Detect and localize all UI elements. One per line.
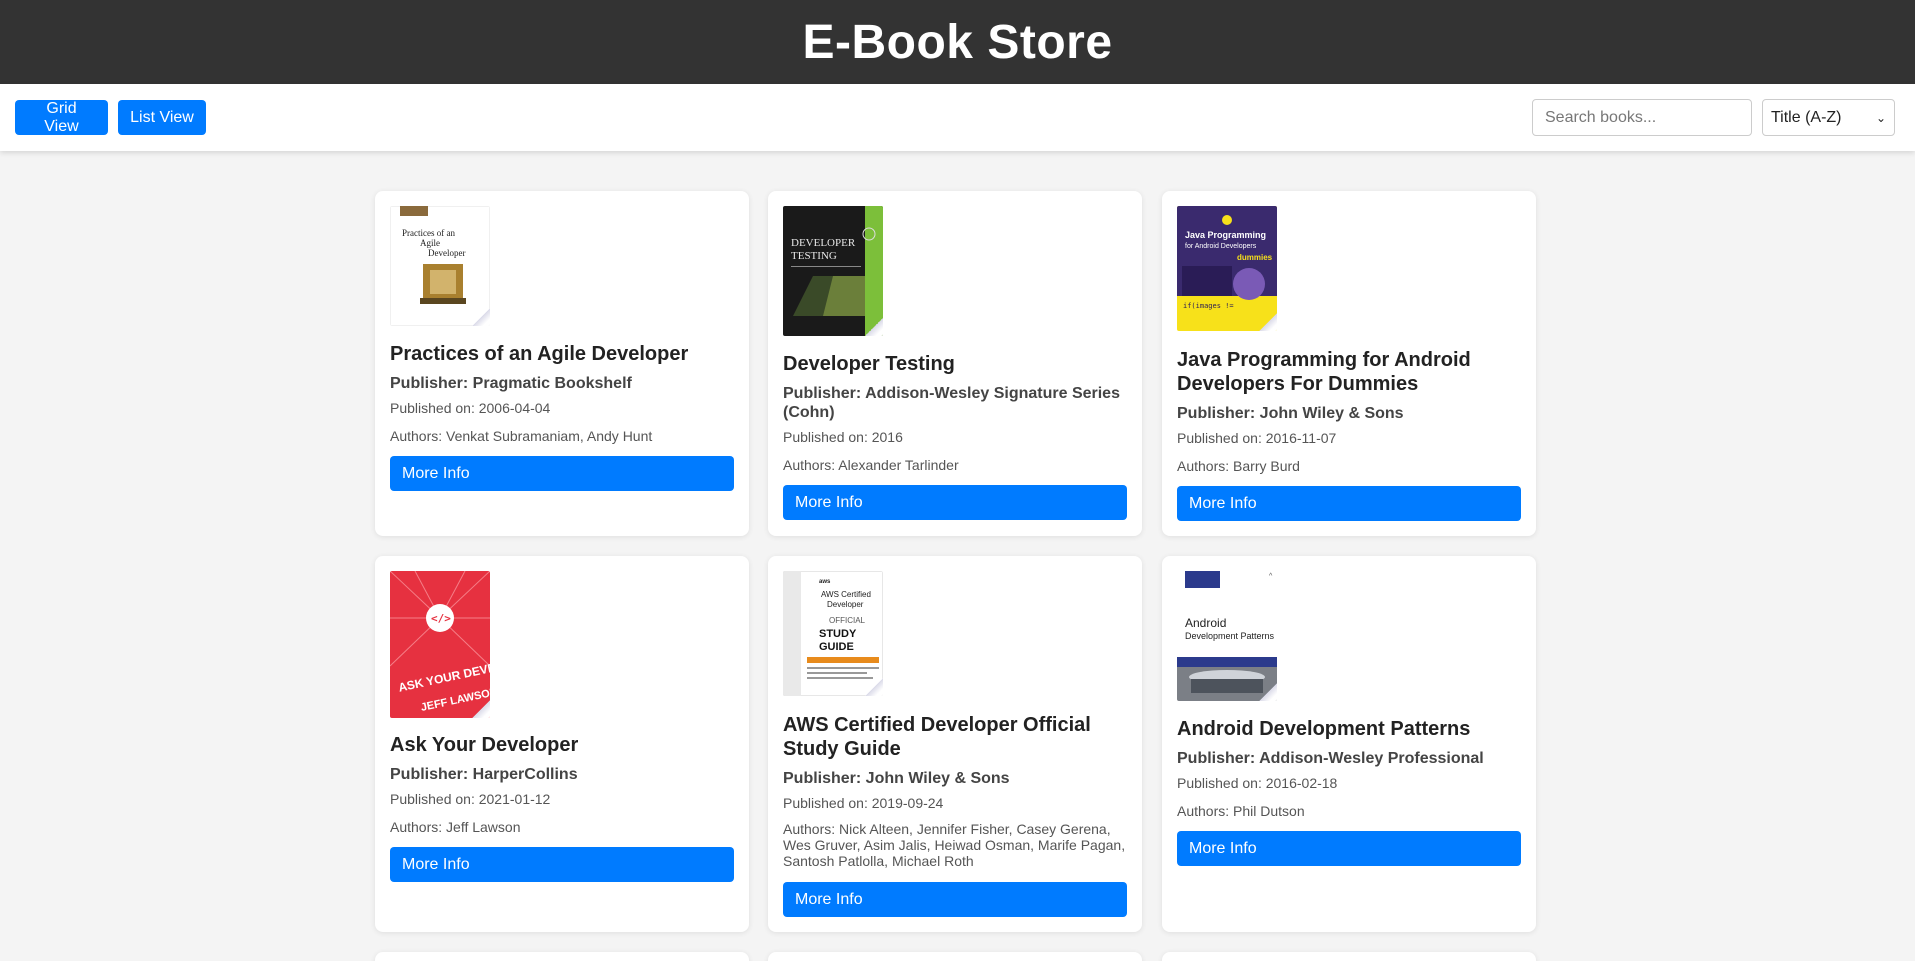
svg-text:STUDY: STUDY bbox=[819, 628, 857, 640]
book-title: Java Programming for Android Developers … bbox=[1177, 349, 1471, 395]
svg-text:Java Programming: Java Programming bbox=[1185, 230, 1266, 240]
book-cover-image: Java Programming for Android Developers … bbox=[1177, 206, 1277, 331]
svg-text:TESTING: TESTING bbox=[791, 250, 837, 262]
more-info-button[interactable]: More Info bbox=[783, 882, 1127, 917]
toolbar: Grid View List View Title (A-Z) ⌄ bbox=[0, 84, 1915, 151]
book-published-date: Published on: 2006-04-04 bbox=[390, 400, 551, 416]
svg-text:GUIDE: GUIDE bbox=[819, 641, 854, 653]
book-authors: Authors: Venkat Subramaniam, Andy Hunt bbox=[390, 428, 653, 444]
more-info-button[interactable]: More Info bbox=[390, 456, 734, 491]
more-info-button[interactable]: More Info bbox=[1177, 831, 1521, 866]
list-view-button[interactable]: List View bbox=[118, 100, 206, 135]
svg-text:Practices of an: Practices of an bbox=[402, 228, 455, 238]
svg-text:AWS Certified: AWS Certified bbox=[821, 590, 871, 599]
book-published-date: Published on: 2016-02-18 bbox=[1177, 775, 1338, 791]
book-card: ^ Android Development Patterns Android D… bbox=[1162, 556, 1536, 932]
book-title: AWS Certified Developer Official Study G… bbox=[783, 714, 1091, 760]
book-card bbox=[375, 952, 749, 961]
book-publisher: Publisher: HarperCollins bbox=[390, 766, 578, 783]
book-card: Java Programming for Android Developers … bbox=[1162, 191, 1536, 536]
svg-text:Agile: Agile bbox=[420, 238, 440, 248]
svg-text:Android: Android bbox=[1185, 616, 1226, 630]
book-published-date: Published on: 2016-11-07 bbox=[1177, 430, 1337, 446]
book-card: Practices of an Agile Developer Practice… bbox=[375, 191, 749, 536]
book-authors: Authors: Barry Burd bbox=[1177, 458, 1300, 474]
svg-text:for Android Developers: for Android Developers bbox=[1185, 243, 1257, 250]
grid-view-button[interactable]: Grid View bbox=[15, 100, 108, 135]
book-cover-image: ^ Android Development Patterns bbox=[1177, 571, 1277, 701]
chevron-down-icon: ⌄ bbox=[1875, 110, 1886, 125]
book-publisher: Publisher: Addison-Wesley Signature Seri… bbox=[783, 385, 1120, 421]
page-title: E-Book Store bbox=[802, 15, 1113, 69]
book-title: Android Development Patterns bbox=[1177, 718, 1471, 740]
book-cover-image: Practices of an Agile Developer bbox=[390, 206, 490, 326]
site-header: E-Book Store bbox=[0, 0, 1915, 84]
book-published-date: Published on: 2016 bbox=[783, 429, 903, 445]
more-info-button[interactable]: More Info bbox=[1177, 486, 1521, 521]
book-publisher: Publisher: Addison-Wesley Professional bbox=[1177, 750, 1484, 767]
book-authors: Authors: Alexander Tarlinder bbox=[783, 457, 959, 473]
book-publisher: Publisher: John Wiley & Sons bbox=[783, 770, 1010, 787]
sort-selected-value: Title (A-Z) bbox=[1771, 108, 1842, 126]
book-authors: Authors: Jeff Lawson bbox=[390, 819, 521, 835]
book-title: Developer Testing bbox=[783, 353, 955, 375]
book-card: </> ASK YOUR DEVELOPER JEFF LAWSON Ask Y… bbox=[375, 556, 749, 932]
search-input[interactable] bbox=[1532, 99, 1752, 136]
svg-text:</>: </> bbox=[431, 612, 451, 625]
book-published-date: Published on: 2021-01-12 bbox=[390, 791, 551, 807]
more-info-button[interactable]: More Info bbox=[783, 485, 1127, 520]
book-card: DEVELOPER TESTING Developer Testing Publ… bbox=[768, 191, 1142, 536]
book-publisher: Publisher: Pragmatic Bookshelf bbox=[390, 375, 632, 392]
sort-select[interactable]: Title (A-Z) ⌄ bbox=[1762, 99, 1895, 136]
svg-text:aws: aws bbox=[819, 579, 831, 585]
book-authors: Authors: Nick Alteen, Jennifer Fisher, C… bbox=[783, 821, 1126, 869]
svg-text:OFFICIAL: OFFICIAL bbox=[829, 616, 866, 625]
svg-text:if(images !=: if(images != bbox=[1183, 302, 1234, 310]
svg-text:Developer: Developer bbox=[428, 248, 465, 258]
book-card bbox=[1162, 952, 1536, 961]
book-authors: Authors: Phil Dutson bbox=[1177, 803, 1305, 819]
svg-text:Development Patterns: Development Patterns bbox=[1185, 631, 1275, 641]
book-published-date: Published on: 2019-09-24 bbox=[783, 795, 944, 811]
svg-text:dummies: dummies bbox=[1237, 253, 1273, 262]
svg-text:DEVELOPER: DEVELOPER bbox=[791, 237, 856, 249]
book-publisher: Publisher: John Wiley & Sons bbox=[1177, 405, 1404, 422]
more-info-button[interactable]: More Info bbox=[390, 847, 734, 882]
book-cover-image: aws AWS Certified Developer OFFICIAL STU… bbox=[783, 571, 883, 696]
book-cover-image: DEVELOPER TESTING bbox=[783, 206, 883, 336]
book-title: Practices of an Agile Developer bbox=[390, 343, 689, 365]
svg-text:Developer: Developer bbox=[827, 600, 864, 609]
book-card bbox=[768, 952, 1142, 961]
book-title: Ask Your Developer bbox=[390, 734, 579, 756]
book-cover-image: </> ASK YOUR DEVELOPER JEFF LAWSON bbox=[390, 571, 490, 718]
book-card: aws AWS Certified Developer OFFICIAL STU… bbox=[768, 556, 1142, 932]
